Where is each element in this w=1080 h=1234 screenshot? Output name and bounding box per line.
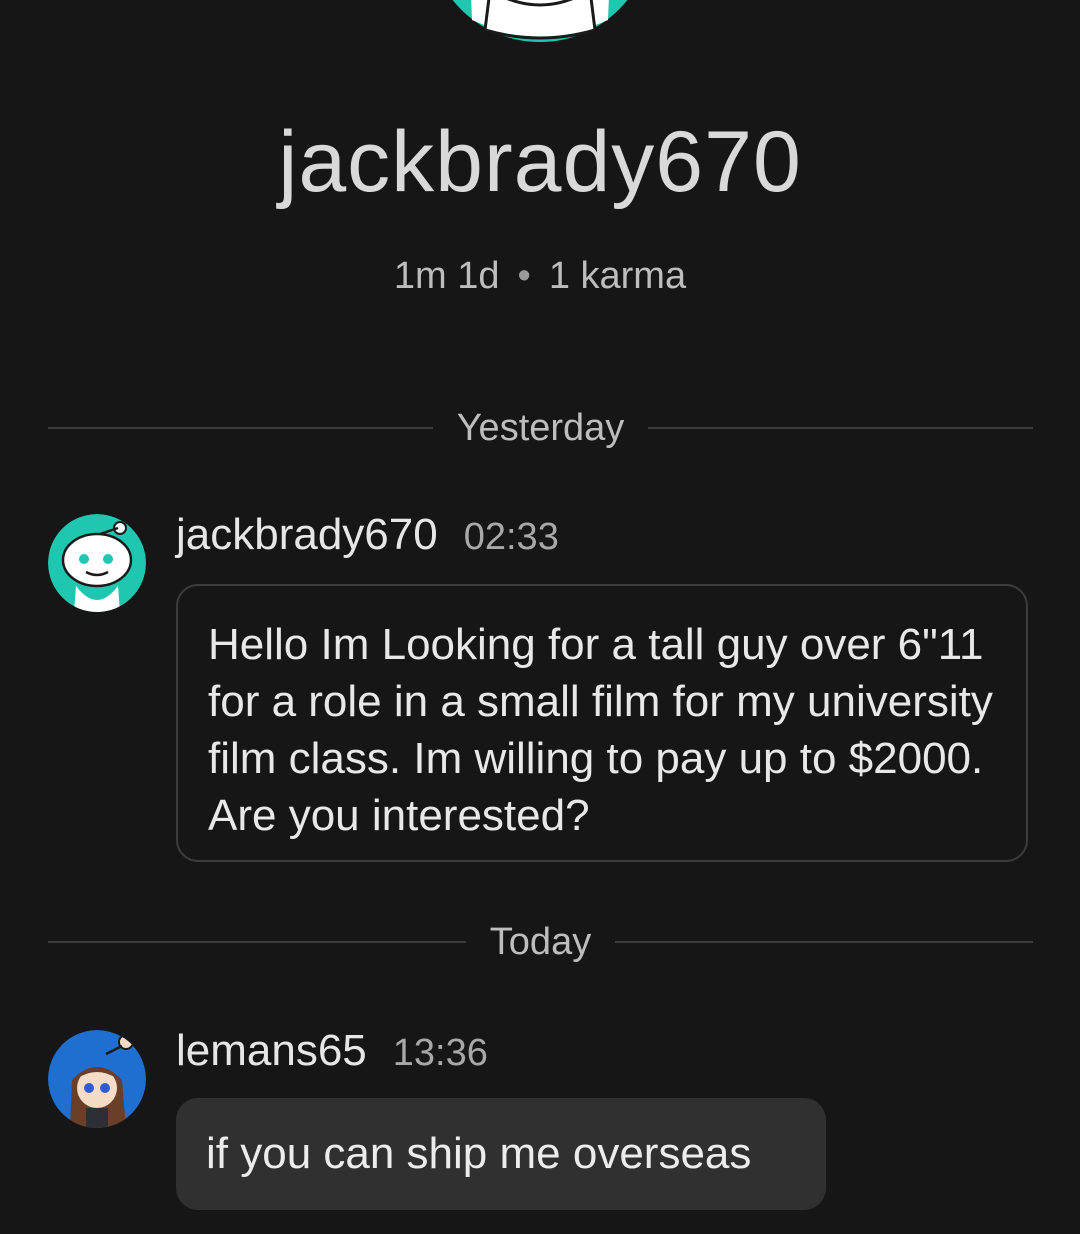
date-divider-today: Today (48, 920, 1033, 964)
jackbrady-avatar-icon[interactable] (48, 514, 146, 612)
message-author[interactable]: lemans65 (176, 1026, 367, 1076)
message-time: 13:36 (392, 1032, 488, 1074)
divider-line (48, 941, 466, 943)
message-time: 02:33 (463, 516, 559, 558)
profile-avatar-icon[interactable] (430, 0, 650, 70)
separator-dot: • (517, 255, 531, 297)
divider-line (615, 941, 1033, 943)
message-bubble[interactable]: if you can ship me overseas (176, 1098, 826, 1210)
message-header: jackbrady670 02:33 (176, 510, 559, 566)
message-bubble[interactable]: Hello Im Looking for a tall guy over 6"1… (176, 584, 1028, 862)
profile-meta: 1m 1d • 1 karma (0, 252, 1080, 300)
message-header: lemans65 13:36 (176, 1026, 488, 1082)
date-divider-yesterday: Yesterday (48, 406, 1034, 450)
divider-line (48, 427, 433, 429)
message-text: if you can ship me overseas (206, 1129, 752, 1178)
account-age: 1m 1d (393, 255, 500, 297)
message-author[interactable]: jackbrady670 (176, 510, 438, 560)
date-label: Yesterday (456, 406, 625, 449)
karma-count: 1 karma (548, 255, 687, 297)
date-label: Today (489, 920, 592, 963)
divider-line (648, 427, 1034, 429)
lemans-avatar-icon[interactable] (48, 1030, 146, 1128)
profile-username: jackbrady670 (278, 114, 802, 210)
